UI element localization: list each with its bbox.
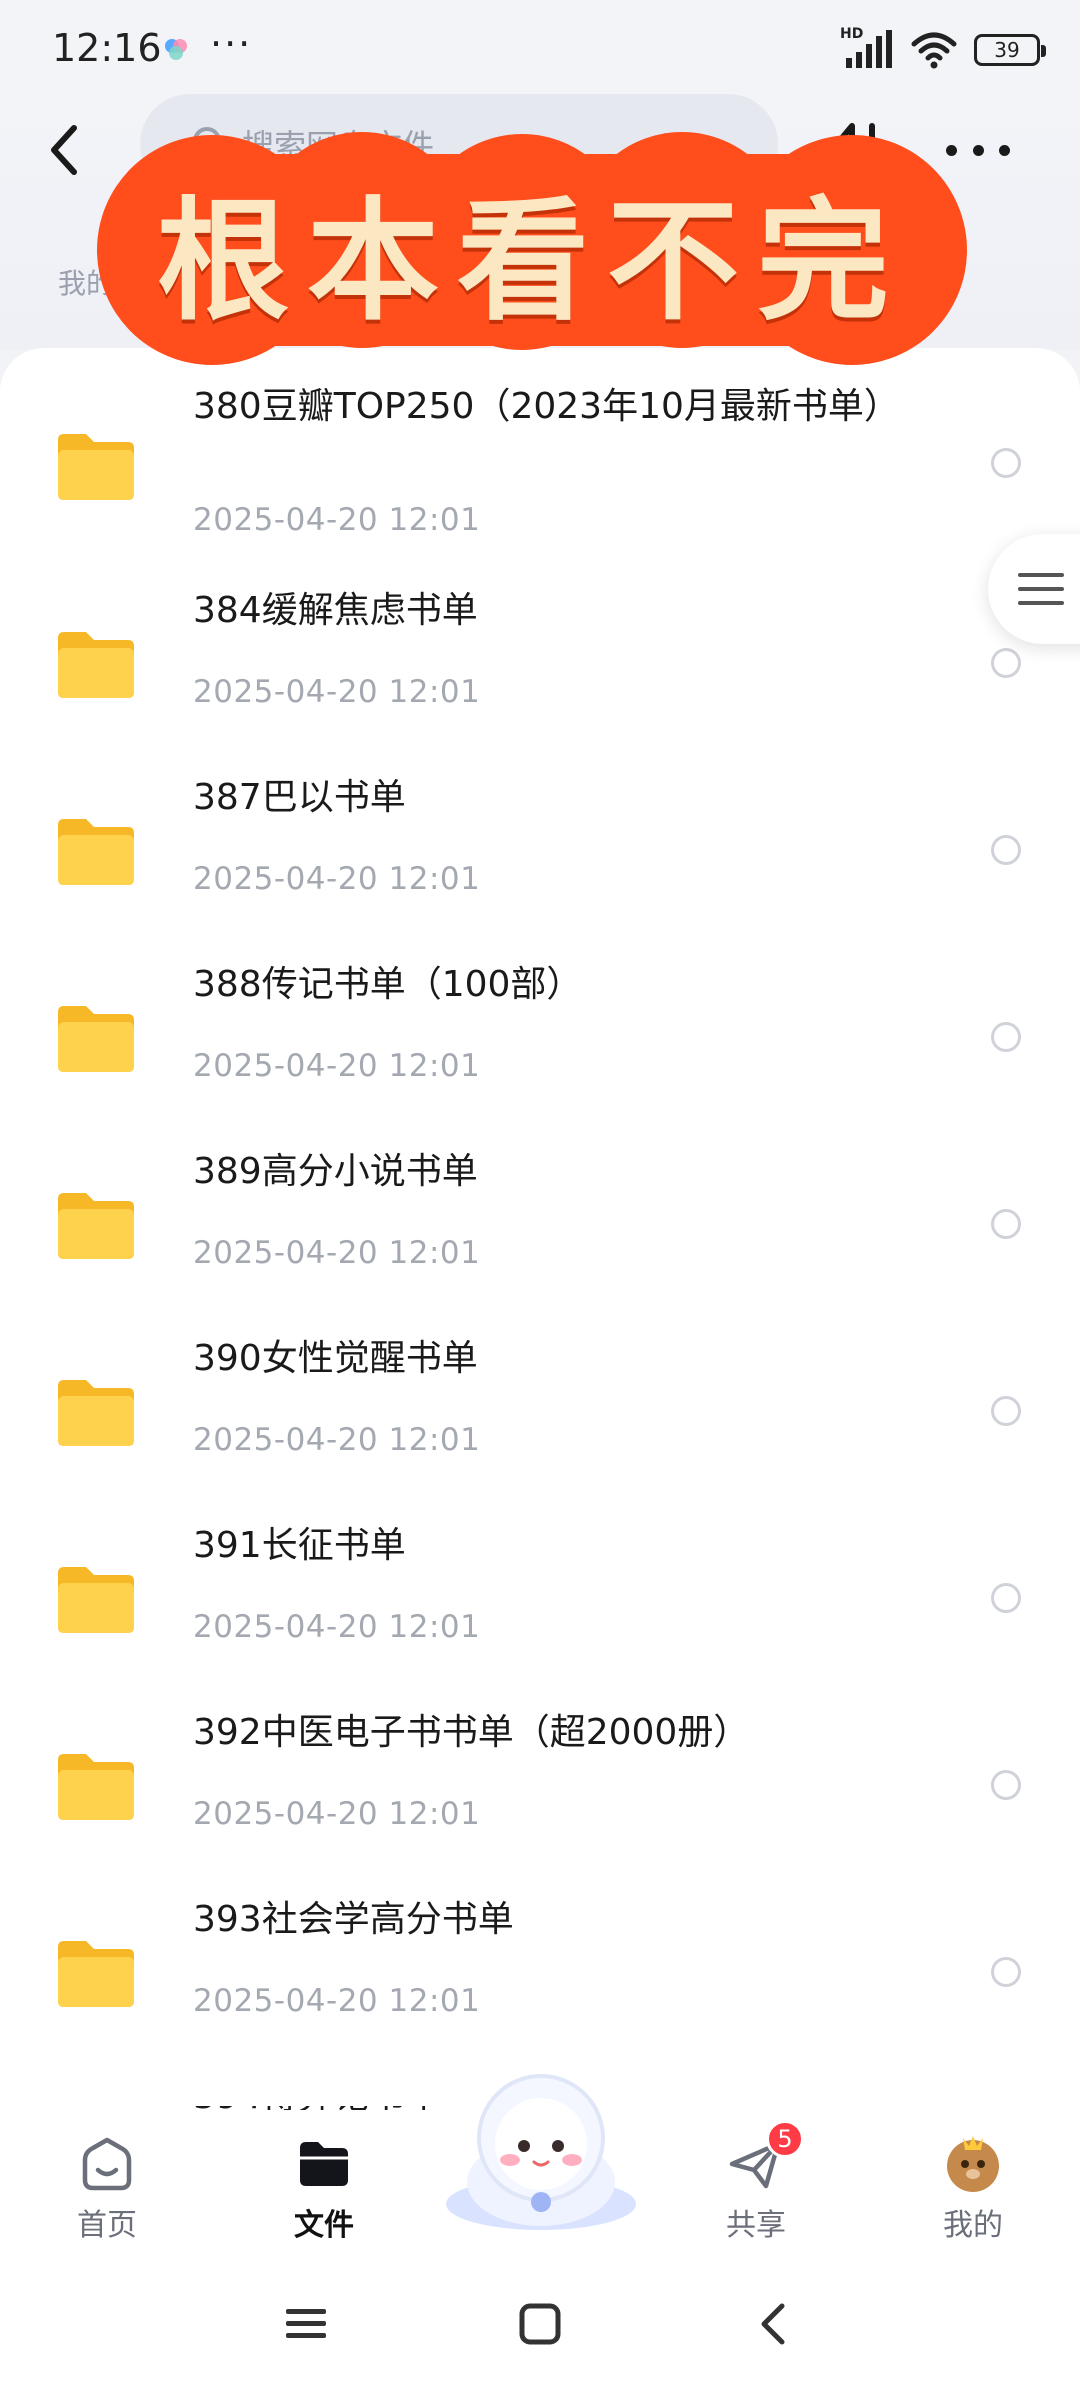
folder-icon xyxy=(58,1006,134,1072)
avatar xyxy=(947,2136,999,2192)
file-date: 2025-04-20 12:01 xyxy=(193,1422,481,1458)
list-item[interactable]: 384缓解焦虑书单 2025-04-20 12:01 xyxy=(0,548,1080,736)
select-checkbox[interactable] xyxy=(991,1022,1021,1052)
select-checkbox[interactable] xyxy=(991,1209,1021,1239)
back-button[interactable] xyxy=(36,110,92,190)
system-nav-bar xyxy=(0,2254,1080,2400)
folder-icon xyxy=(58,819,134,885)
file-date: 2025-04-20 12:01 xyxy=(193,1235,481,1271)
nav-files-label: 文件 xyxy=(294,2208,354,2243)
square-icon xyxy=(519,2303,561,2345)
select-checkbox[interactable] xyxy=(991,1583,1021,1613)
select-checkbox[interactable] xyxy=(991,648,1021,678)
file-name: 387巴以书单 xyxy=(193,777,406,818)
cloud-app-icon xyxy=(165,39,187,60)
file-date: 2025-04-20 12:01 xyxy=(193,1796,481,1832)
select-checkbox[interactable] xyxy=(991,1396,1021,1426)
file-date: 2025-04-20 12:01 xyxy=(193,674,481,710)
file-date: 2025-04-20 12:01 xyxy=(193,861,481,897)
nav-home[interactable]: 首页 xyxy=(37,2134,177,2244)
chevron-left-icon xyxy=(51,125,77,175)
folder-icon xyxy=(58,1380,134,1446)
more-dot xyxy=(972,144,984,156)
select-checkbox[interactable] xyxy=(991,1770,1021,1800)
file-name: 389高分小说书单 xyxy=(193,1151,478,1192)
home-icon xyxy=(82,2137,132,2191)
home-system-button[interactable] xyxy=(510,2294,570,2354)
list-item[interactable]: 388传记书单（100部） 2025-04-20 12:01 xyxy=(0,922,1080,1110)
folder-icon xyxy=(58,1567,134,1633)
status-bar: 12:16 ··· HD 39 xyxy=(0,0,1080,100)
file-name: 384缓解焦虑书单 xyxy=(193,590,478,631)
share-icon-wrap: 5 xyxy=(726,2120,804,2194)
file-date: 2025-04-20 12:01 xyxy=(193,1983,481,2019)
notification-dots: ··· xyxy=(210,22,253,66)
list-item[interactable]: 391长征书单 2025-04-20 12:01 xyxy=(0,1483,1080,1671)
status-time: 12:16 xyxy=(52,26,162,70)
recent-apps-button[interactable] xyxy=(276,2294,336,2354)
file-date: 2025-04-20 12:01 xyxy=(193,1048,481,1084)
overlay-banner: 根本看不完 xyxy=(92,130,972,370)
wifi-icon xyxy=(911,32,957,69)
nav-share-label: 共享 xyxy=(726,2208,786,2243)
file-name: 391长征书单 xyxy=(193,1525,406,1566)
nav-mine-label: 我的 xyxy=(943,2208,1003,2243)
folder-icon xyxy=(58,1754,134,1820)
share-badge: 5 xyxy=(766,2120,804,2158)
file-list: 380豆瓣TOP250（2023年10月最新书单） 2025-04-20 12:… xyxy=(0,348,1080,2128)
file-name: 390女性觉醒书单 xyxy=(193,1338,478,1379)
select-checkbox[interactable] xyxy=(991,835,1021,865)
signal-icon: HD xyxy=(840,26,894,72)
list-item[interactable]: 390女性觉醒书单 2025-04-20 12:01 xyxy=(0,1296,1080,1484)
list-item[interactable]: 389高分小说书单 2025-04-20 12:01 xyxy=(0,1109,1080,1297)
file-name: 380豆瓣TOP250（2023年10月最新书单） xyxy=(193,386,900,427)
select-checkbox[interactable] xyxy=(991,448,1021,478)
back-system-button[interactable] xyxy=(744,2294,804,2354)
back-arrow-icon xyxy=(761,2303,785,2345)
folder-icon xyxy=(58,632,134,698)
assistant-mascot-icon[interactable] xyxy=(436,2064,646,2234)
select-checkbox[interactable] xyxy=(991,1957,1021,1987)
banner-text: 根本看不完 xyxy=(157,183,907,339)
folder-icon xyxy=(58,1941,134,2007)
more-dot xyxy=(999,144,1010,156)
file-name: 388传记书单（100部） xyxy=(193,964,583,1005)
file-name: 392中医电子书书单（超2000册） xyxy=(193,1712,750,1753)
menu-icon xyxy=(1018,573,1064,605)
nav-share[interactable]: 5 共享 xyxy=(686,2120,826,2244)
folder-icon xyxy=(58,1193,134,1259)
file-date: 2025-04-20 12:01 xyxy=(193,1609,481,1645)
list-item[interactable]: 380豆瓣TOP250（2023年10月最新书单） 2025-04-20 12:… xyxy=(0,348,1080,548)
nav-mine[interactable]: 我的 xyxy=(903,2134,1043,2244)
list-item[interactable]: 393社会学高分书单 2025-04-20 12:01 xyxy=(0,1857,1080,2045)
file-date: 2025-04-20 12:01 xyxy=(193,502,481,538)
nav-files[interactable]: 文件 xyxy=(254,2134,394,2244)
list-item[interactable]: 387巴以书单 2025-04-20 12:01 xyxy=(0,735,1080,923)
battery-icon: 39 xyxy=(974,34,1046,66)
status-indicators: HD 39 xyxy=(840,26,1046,72)
folder-nav-icon xyxy=(300,2142,348,2186)
menu-lines-icon xyxy=(286,2309,326,2338)
file-name: 393社会学高分书单 xyxy=(193,1899,514,1940)
list-item[interactable]: 392中医电子书书单（超2000册） 2025-04-20 12:01 xyxy=(0,1670,1080,1858)
folder-icon xyxy=(58,434,134,500)
nav-home-label: 首页 xyxy=(77,2208,137,2243)
